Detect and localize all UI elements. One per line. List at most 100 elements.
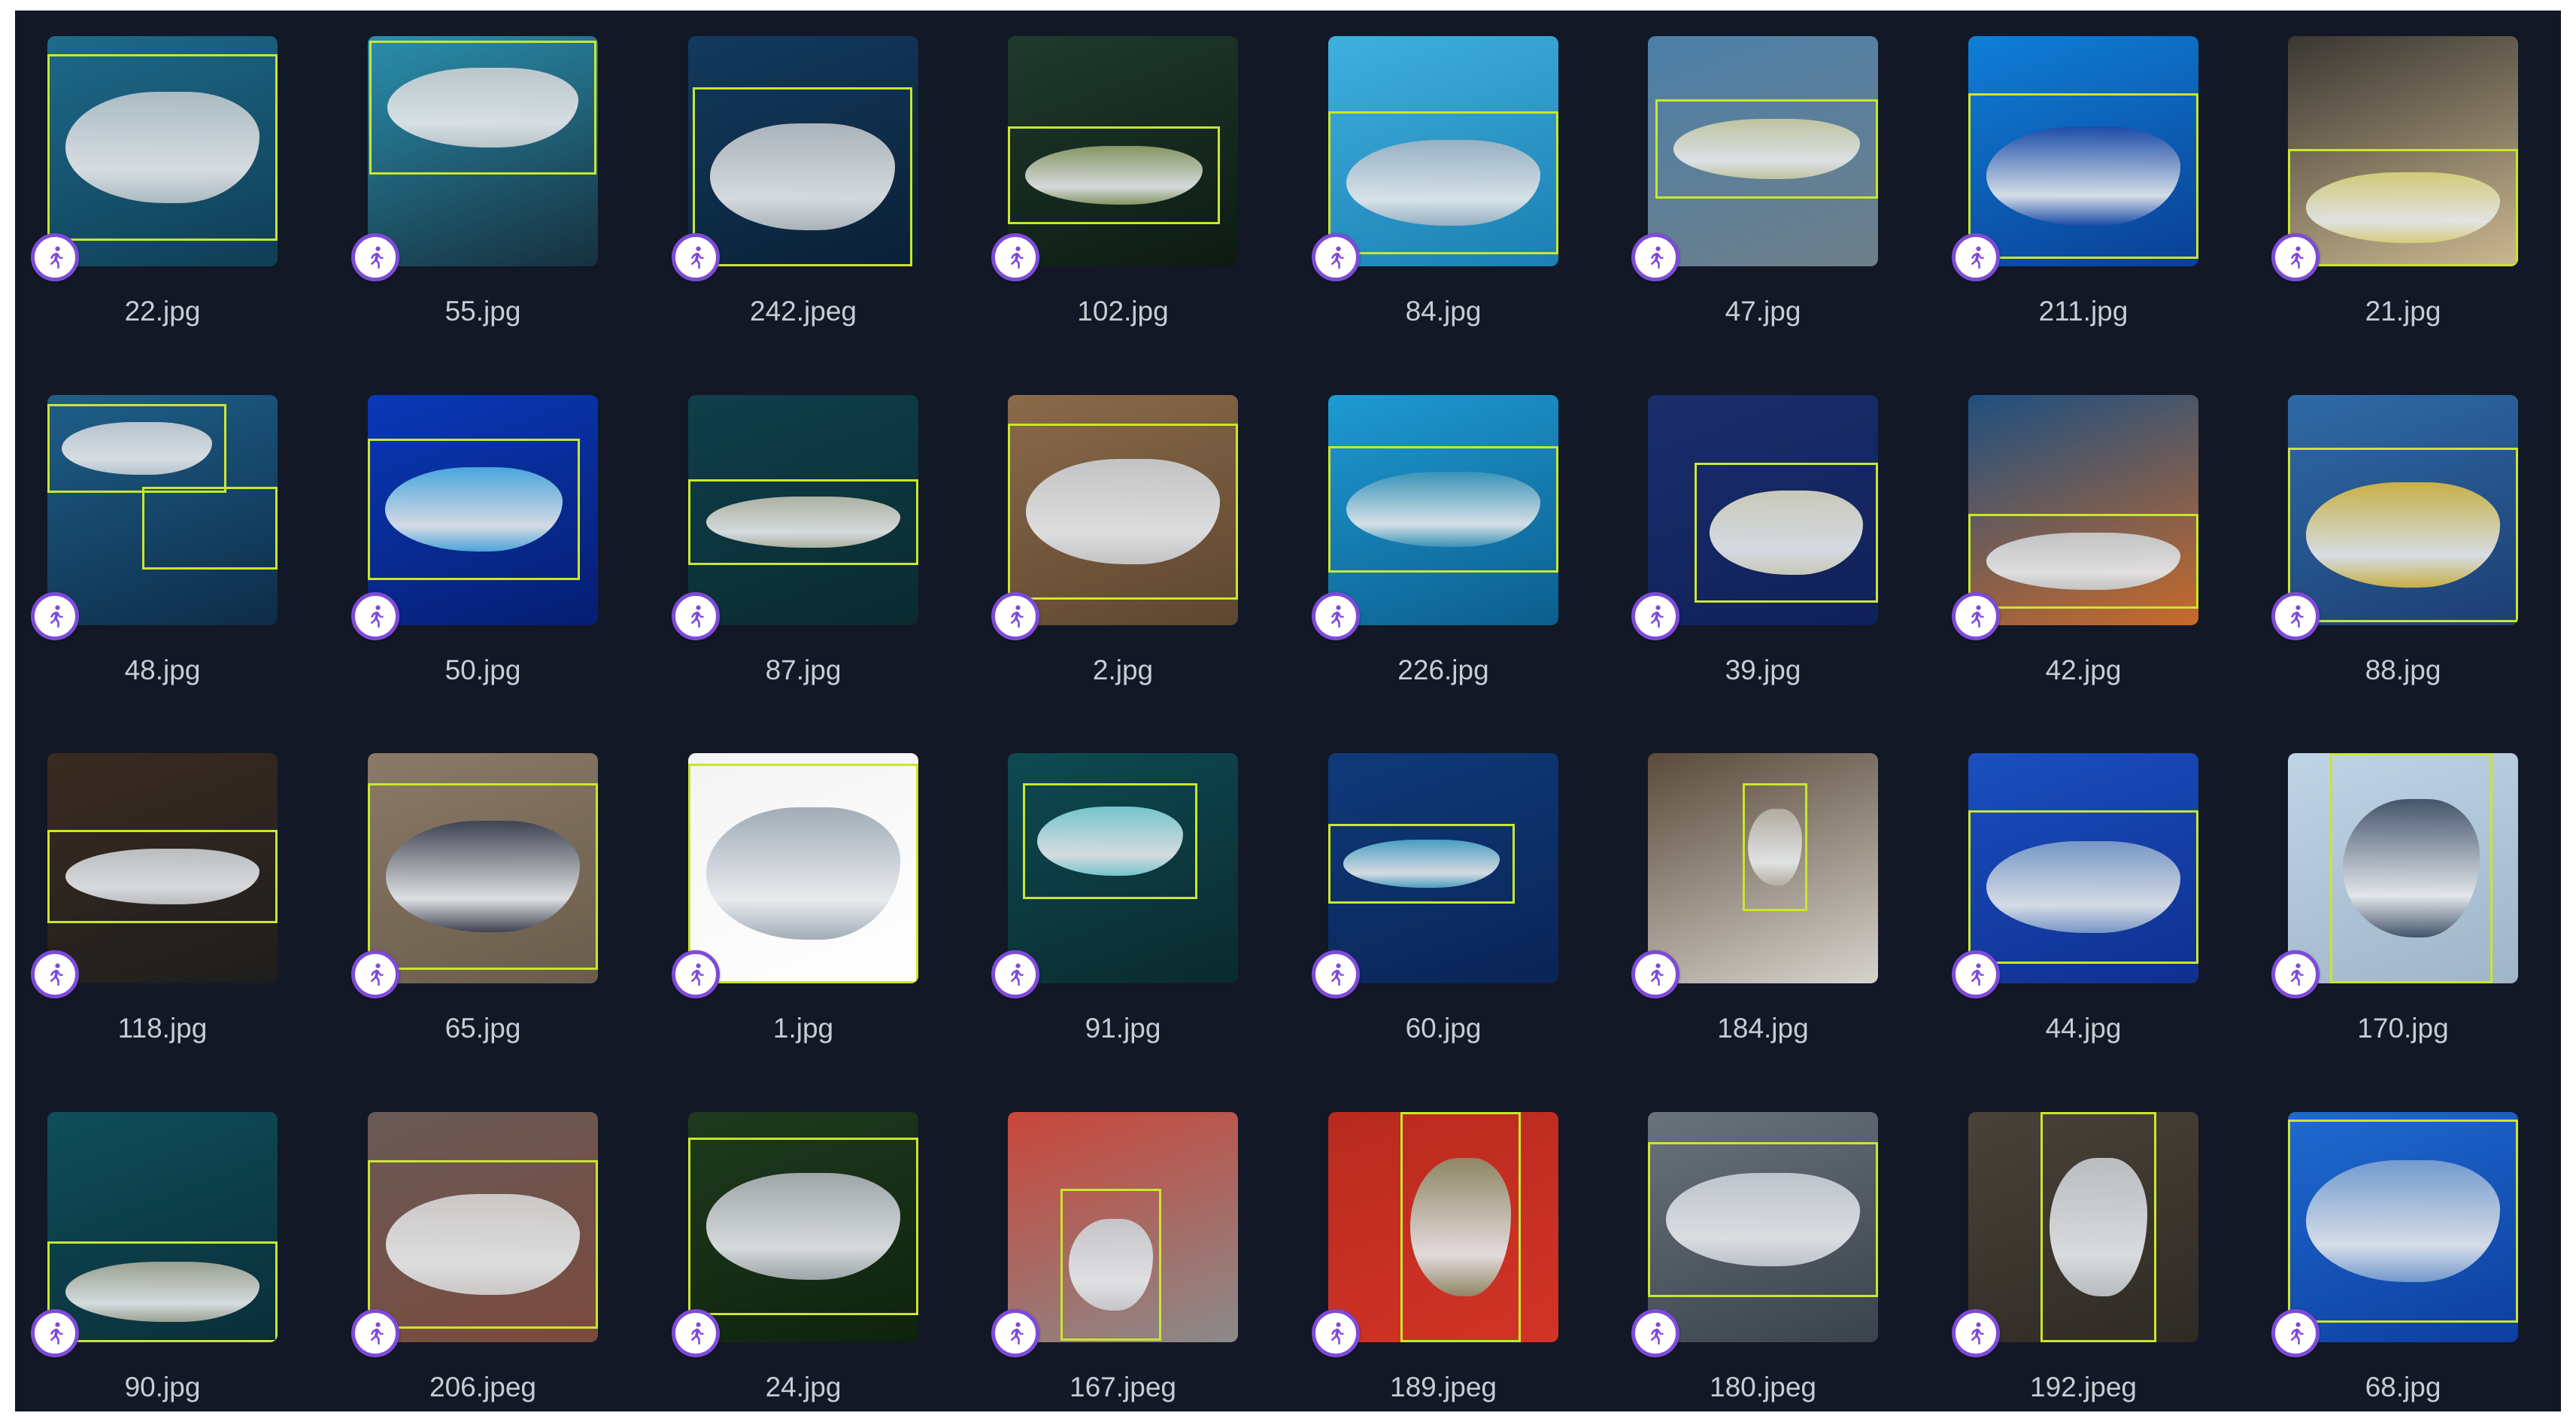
image-thumbnail[interactable] xyxy=(2288,753,2518,983)
person-running-icon[interactable] xyxy=(1312,233,1360,281)
image-thumbnail[interactable] xyxy=(47,36,278,266)
person-running-icon[interactable] xyxy=(1631,1309,1679,1357)
fish-image-content xyxy=(387,67,578,148)
person-running-icon[interactable] xyxy=(991,592,1039,640)
fish-image-content xyxy=(1036,806,1184,877)
image-filename: 118.jpg xyxy=(117,1013,208,1044)
person-running-icon[interactable] xyxy=(31,592,79,640)
image-filename: 39.jpg xyxy=(1725,655,1801,685)
fish-image-content xyxy=(2306,482,2500,588)
image-filename: 48.jpg xyxy=(124,655,201,685)
person-running-icon[interactable] xyxy=(672,950,720,998)
image-filename: 50.jpg xyxy=(445,655,521,685)
person-running-icon[interactable] xyxy=(31,233,79,281)
image-filename: 44.jpg xyxy=(2045,1013,2122,1044)
fish-image-content xyxy=(1026,458,1220,565)
image-filename: 211.jpg xyxy=(2038,296,2128,327)
person-running-icon[interactable] xyxy=(991,1309,1039,1357)
image-filename: 167.jpeg xyxy=(1070,1372,1176,1402)
image-filename: 22.jpg xyxy=(124,296,201,327)
image-thumbnail[interactable] xyxy=(1328,753,1558,983)
image-thumbnail[interactable] xyxy=(2288,1112,2518,1342)
image-thumbnail[interactable] xyxy=(688,753,918,983)
fish-image-content xyxy=(65,1261,259,1323)
image-thumbnail[interactable] xyxy=(368,753,598,983)
person-running-icon[interactable] xyxy=(672,1309,720,1357)
person-running-icon[interactable] xyxy=(1312,950,1360,998)
fish-image-content xyxy=(62,421,212,476)
image-filename: 189.jpeg xyxy=(1390,1372,1497,1402)
image-thumbnail[interactable] xyxy=(47,1112,278,1342)
image-thumbnail[interactable] xyxy=(688,36,918,266)
image-gallery: 22.jpg 55.jpg 242.jpeg 102.jpg 84.jpg 47.jpg 2… xyxy=(15,11,2561,1411)
image-thumbnail[interactable] xyxy=(2288,395,2518,625)
person-running-icon[interactable] xyxy=(2271,592,2320,640)
person-running-icon[interactable] xyxy=(2271,1309,2320,1357)
image-filename: 1.jpg xyxy=(772,1013,834,1044)
fish-image-content xyxy=(706,496,900,548)
image-thumbnail[interactable] xyxy=(1968,753,2198,983)
image-thumbnail[interactable] xyxy=(2288,36,2518,266)
person-running-icon[interactable] xyxy=(991,233,1039,281)
image-filename: 184.jpg xyxy=(1717,1013,1809,1044)
image-thumbnail[interactable] xyxy=(1968,36,2198,266)
image-filename: 21.jpg xyxy=(2365,296,2441,327)
image-filename: 226.jpg xyxy=(1397,655,1489,685)
person-running-icon[interactable] xyxy=(2271,950,2320,998)
image-thumbnail[interactable] xyxy=(1328,1112,1558,1342)
image-thumbnail[interactable] xyxy=(688,395,918,625)
person-running-icon[interactable] xyxy=(991,950,1039,998)
image-filename: 87.jpg xyxy=(765,655,842,685)
person-running-icon[interactable] xyxy=(31,950,79,998)
person-running-icon[interactable] xyxy=(1631,592,1679,640)
person-running-icon[interactable] xyxy=(351,233,399,281)
fish-image-content xyxy=(65,848,259,905)
image-thumbnail[interactable] xyxy=(1648,753,1878,983)
person-running-icon[interactable] xyxy=(351,592,399,640)
person-running-icon[interactable] xyxy=(672,233,720,281)
image-filename: 170.jpg xyxy=(2357,1013,2449,1044)
person-running-icon[interactable] xyxy=(1312,592,1360,640)
image-thumbnail[interactable] xyxy=(368,36,598,266)
person-running-icon[interactable] xyxy=(1952,950,2000,998)
image-filename: 65.jpg xyxy=(445,1013,521,1044)
fish-image-content xyxy=(1666,1173,1860,1266)
image-thumbnail[interactable] xyxy=(1008,395,1238,625)
image-filename: 68.jpg xyxy=(2365,1372,2441,1402)
image-thumbnail[interactable] xyxy=(1648,395,1878,625)
person-running-icon[interactable] xyxy=(1631,233,1679,281)
image-thumbnail[interactable] xyxy=(368,395,598,625)
image-thumbnail[interactable] xyxy=(1008,36,1238,266)
image-filename: 84.jpg xyxy=(1405,296,1482,327)
image-thumbnail[interactable] xyxy=(1648,36,1878,266)
person-running-icon[interactable] xyxy=(672,592,720,640)
image-thumbnail[interactable] xyxy=(1328,395,1558,625)
image-thumbnail[interactable] xyxy=(368,1112,598,1342)
person-running-icon[interactable] xyxy=(31,1309,79,1357)
person-running-icon[interactable] xyxy=(2271,233,2320,281)
image-filename: 60.jpg xyxy=(1405,1013,1482,1044)
bounding-box xyxy=(142,487,278,570)
image-thumbnail[interactable] xyxy=(1968,1112,2198,1342)
person-running-icon[interactable] xyxy=(1952,1309,2000,1357)
person-running-icon[interactable] xyxy=(1952,592,2000,640)
fish-image-content xyxy=(384,466,563,552)
person-running-icon[interactable] xyxy=(1312,1309,1360,1357)
image-filename: 192.jpeg xyxy=(2030,1372,2137,1402)
fish-image-content xyxy=(2306,172,2500,243)
person-running-icon[interactable] xyxy=(1952,233,2000,281)
image-thumbnail[interactable] xyxy=(1008,753,1238,983)
image-thumbnail[interactable] xyxy=(1008,1112,1238,1342)
image-thumbnail[interactable] xyxy=(47,395,278,625)
person-running-icon[interactable] xyxy=(1631,950,1679,998)
image-thumbnail[interactable] xyxy=(1648,1112,1878,1342)
image-thumbnail[interactable] xyxy=(1968,395,2198,625)
image-thumbnail[interactable] xyxy=(1328,36,1558,266)
fish-image-content xyxy=(1024,146,1203,205)
person-running-icon[interactable] xyxy=(351,1309,399,1357)
image-thumbnail[interactable] xyxy=(47,753,278,983)
image-filename: 180.jpeg xyxy=(1710,1372,1816,1402)
image-filename: 91.jpg xyxy=(1085,1013,1161,1044)
person-running-icon[interactable] xyxy=(351,950,399,998)
image-thumbnail[interactable] xyxy=(688,1112,918,1342)
